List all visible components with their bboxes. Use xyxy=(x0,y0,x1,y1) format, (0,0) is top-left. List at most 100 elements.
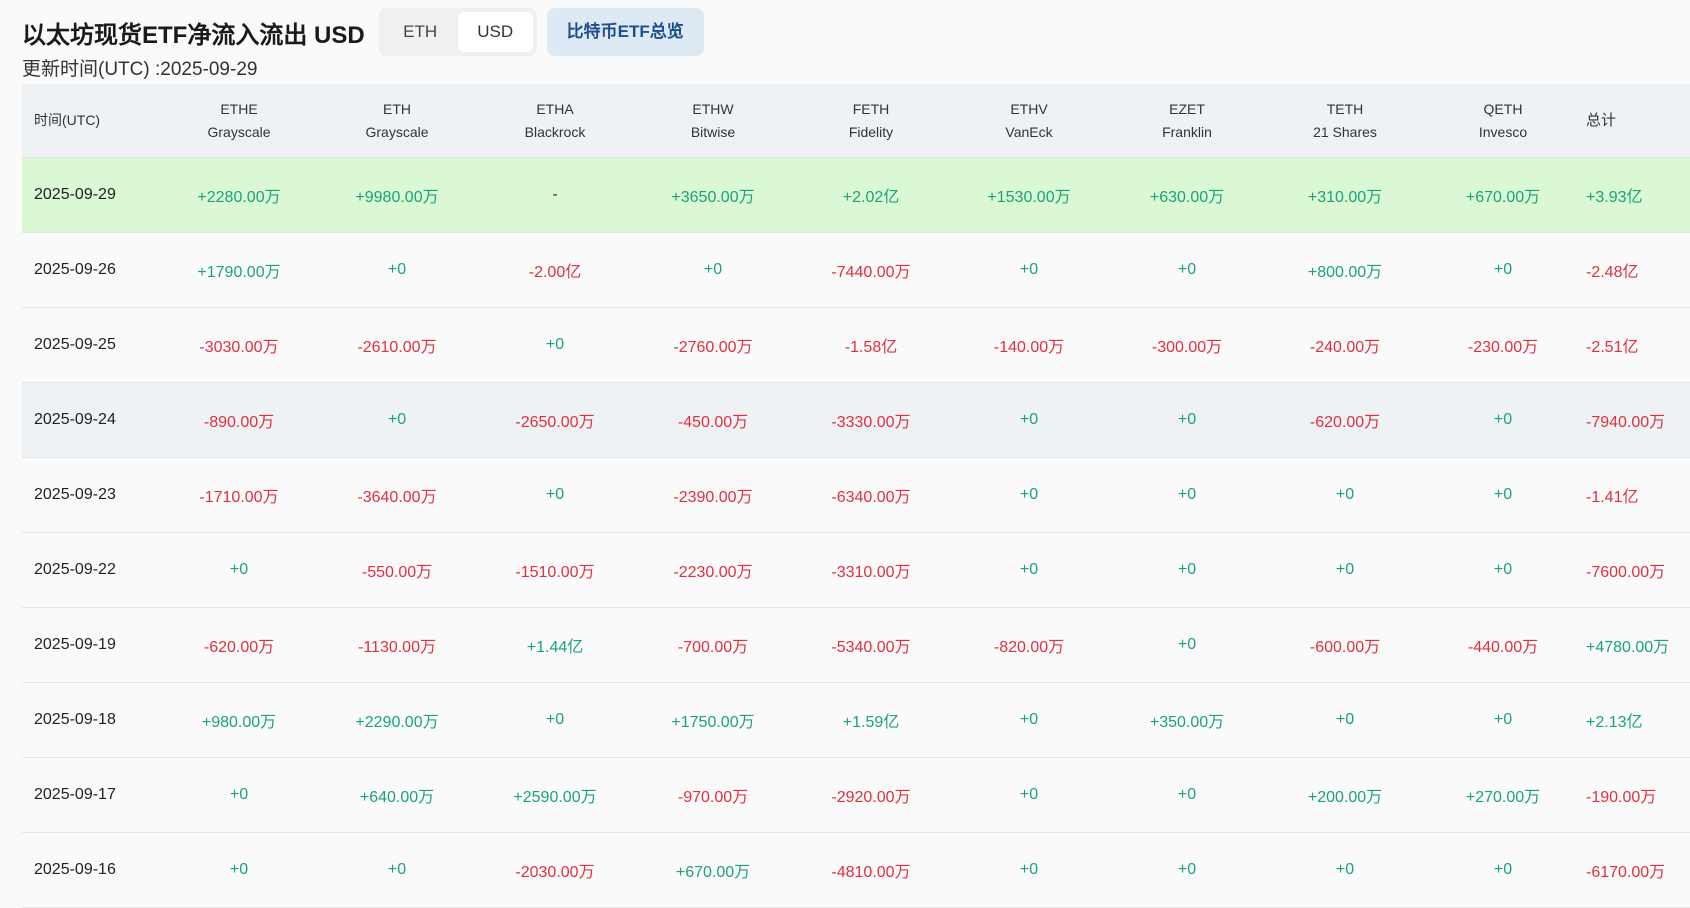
flow-cell-ethv: +1530.00万 xyxy=(987,189,1071,206)
column-issuer: 21 Shares xyxy=(1313,123,1377,140)
page-title: 以太坊现货ETF净流入流出 USD xyxy=(22,21,365,49)
flow-cell-teth: +0 xyxy=(1335,861,1355,878)
flow-cell-ethv: +0 xyxy=(1019,411,1039,428)
flow-cell-etha: +1.44亿 xyxy=(526,639,584,656)
table-row[interactable]: 2025-09-26 +1790.00万 +0 -2.00亿 +0 -7440.00万 +0… xyxy=(22,233,1690,308)
flow-cell-ethw: -450.00万 xyxy=(677,414,749,431)
flow-cell-etha: +0 xyxy=(545,711,565,728)
flow-cell-teth: +310.00万 xyxy=(1307,189,1383,206)
flow-cell-ethv: +0 xyxy=(1019,261,1039,278)
usd-toggle-button[interactable]: USD xyxy=(457,12,533,52)
row-date: 2025-09-26 xyxy=(34,261,116,278)
column-ticker: QETH xyxy=(1483,100,1523,117)
flow-cell-qeth: +0 xyxy=(1493,711,1513,728)
row-total: +2.13亿 xyxy=(1586,714,1643,731)
flow-cell-eth: +9980.00万 xyxy=(355,189,439,206)
flow-cell-feth: -7440.00万 xyxy=(831,264,911,281)
row-total: -190.00万 xyxy=(1586,789,1657,806)
btc-etf-overview-button[interactable]: 比特币ETF总览 xyxy=(546,8,704,56)
row-date: 2025-09-16 xyxy=(34,861,116,878)
flow-cell-ethe: +0 xyxy=(229,561,249,578)
flow-cell-feth: -1.58亿 xyxy=(844,339,898,356)
flow-cell-ethv: +0 xyxy=(1019,861,1039,878)
flow-cell-eth: +0 xyxy=(387,411,407,428)
column-header-ethv: ETHV VanEck xyxy=(950,98,1108,144)
flow-cell-ethw: -2230.00万 xyxy=(673,564,753,581)
column-ticker: FETH xyxy=(852,100,890,117)
total-column-header: 总计 xyxy=(1586,112,1617,129)
date-column-header: 时间(UTC) xyxy=(34,112,101,128)
column-header-qeth: QETH Invesco xyxy=(1424,98,1582,144)
flow-cell-ethv: +0 xyxy=(1019,711,1039,728)
flow-cell-etha: -1510.00万 xyxy=(515,564,595,581)
row-date: 2025-09-24 xyxy=(34,411,116,428)
row-date: 2025-09-18 xyxy=(34,711,116,728)
flow-cell-ezet: +0 xyxy=(1177,861,1197,878)
flow-cell-ethw: +1750.00万 xyxy=(671,714,755,731)
table-row[interactable]: 2025-09-17 +0 +640.00万 +2590.00万 -970.00万 -29… xyxy=(22,758,1690,833)
flow-cell-teth: +200.00万 xyxy=(1307,789,1383,806)
row-total: -2.48亿 xyxy=(1586,264,1639,281)
flow-cell-feth: -5340.00万 xyxy=(831,639,911,656)
column-ticker: ETH xyxy=(383,100,411,117)
table-row[interactable]: 2025-09-25 -3030.00万 -2610.00万 +0 -2760.00万 -… xyxy=(22,308,1690,383)
table-row[interactable]: 2025-09-24 -890.00万 +0 -2650.00万 -450.00万 -33… xyxy=(22,383,1690,458)
row-total: -7600.00万 xyxy=(1586,564,1666,581)
column-issuer: Fidelity xyxy=(848,123,894,140)
flow-cell-feth: -2920.00万 xyxy=(831,789,911,806)
column-ticker: TETH xyxy=(1326,100,1364,117)
table-row[interactable]: 2025-09-22 +0 -550.00万 -1510.00万 -2230.00万 -3… xyxy=(22,533,1690,608)
flow-cell-qeth: +0 xyxy=(1493,861,1513,878)
flow-cell-ethw: +0 xyxy=(703,261,723,278)
flow-cell-qeth: +0 xyxy=(1493,486,1513,503)
column-header-etha: ETHA Blackrock xyxy=(476,98,634,144)
flow-cell-teth: -600.00万 xyxy=(1309,639,1381,656)
table-row[interactable]: 2025-09-16 +0 +0 -2030.00万 +670.00万 -4810.00万… xyxy=(22,833,1690,908)
flow-cell-teth: +0 xyxy=(1335,486,1355,503)
row-total: +3.93亿 xyxy=(1586,189,1643,206)
row-date: 2025-09-25 xyxy=(34,336,116,353)
row-date: 2025-09-23 xyxy=(34,486,116,503)
flow-cell-ethv: -140.00万 xyxy=(993,339,1065,356)
flow-cell-etha: -2030.00万 xyxy=(515,864,595,881)
column-issuer: Invesco xyxy=(1478,123,1528,140)
flow-cell-ethv: +0 xyxy=(1019,486,1039,503)
column-issuer: Blackrock xyxy=(524,123,586,140)
eth-toggle-button[interactable]: ETH xyxy=(383,12,458,52)
table-row[interactable]: 2025-09-23 -1710.00万 -3640.00万 +0 -2390.00万 -… xyxy=(22,458,1690,533)
flow-cell-ethe: -3030.00万 xyxy=(199,339,279,356)
column-ticker: ETHE xyxy=(220,100,258,117)
table-row[interactable]: 2025-09-19 -620.00万 -1130.00万 +1.44亿 -700.00… xyxy=(22,608,1690,683)
header: 以太坊现货ETF净流入流出 USD ETH USD 比特币ETF总览 xyxy=(22,6,704,58)
table-header-row: 时间(UTC) ETHE Grayscale ETH Grayscale ETHA Bla… xyxy=(22,84,1690,158)
row-total: -2.51亿 xyxy=(1586,339,1639,356)
flow-cell-ezet: +0 xyxy=(1177,411,1197,428)
flow-cell-feth: -4810.00万 xyxy=(831,864,911,881)
flow-cell-eth: +2290.00万 xyxy=(355,714,439,731)
flow-cell-ezet: +0 xyxy=(1177,636,1197,653)
flow-cell-teth: -620.00万 xyxy=(1309,414,1381,431)
flow-cell-ethv: -820.00万 xyxy=(993,639,1065,656)
column-issuer: Bitwise xyxy=(690,123,736,140)
flow-cell-eth: -550.00万 xyxy=(361,564,433,581)
row-date: 2025-09-19 xyxy=(34,636,116,653)
column-header-ethw: ETHW Bitwise xyxy=(634,98,792,144)
flow-cell-ethe: -620.00万 xyxy=(203,639,275,656)
table-row[interactable]: 2025-09-18 +980.00万 +2290.00万 +0 +1750.00万 +1… xyxy=(22,683,1690,758)
flow-cell-feth: +1.59亿 xyxy=(842,714,900,731)
row-total: -7940.00万 xyxy=(1586,414,1666,431)
flow-cell-ezet: -300.00万 xyxy=(1151,339,1223,356)
flow-cell-ethw: -700.00万 xyxy=(677,639,749,656)
table-row[interactable]: 2025-09-29 +2280.00万 +9980.00万 - +3650.00万 +2… xyxy=(22,158,1690,233)
flow-cell-teth: +0 xyxy=(1335,561,1355,578)
flow-cell-eth: +0 xyxy=(387,261,407,278)
column-issuer: Grayscale xyxy=(365,123,429,140)
flow-cell-qeth: +0 xyxy=(1493,561,1513,578)
column-ticker: ETHW xyxy=(692,100,734,117)
flow-cell-teth: +800.00万 xyxy=(1307,264,1383,281)
flow-cell-ethw: +3650.00万 xyxy=(671,189,755,206)
currency-toggle: ETH USD xyxy=(378,8,537,56)
flow-cell-eth: +0 xyxy=(387,861,407,878)
update-time: 更新时间(UTC) :2025-09-29 xyxy=(22,59,258,80)
flow-cell-qeth: +0 xyxy=(1493,411,1513,428)
